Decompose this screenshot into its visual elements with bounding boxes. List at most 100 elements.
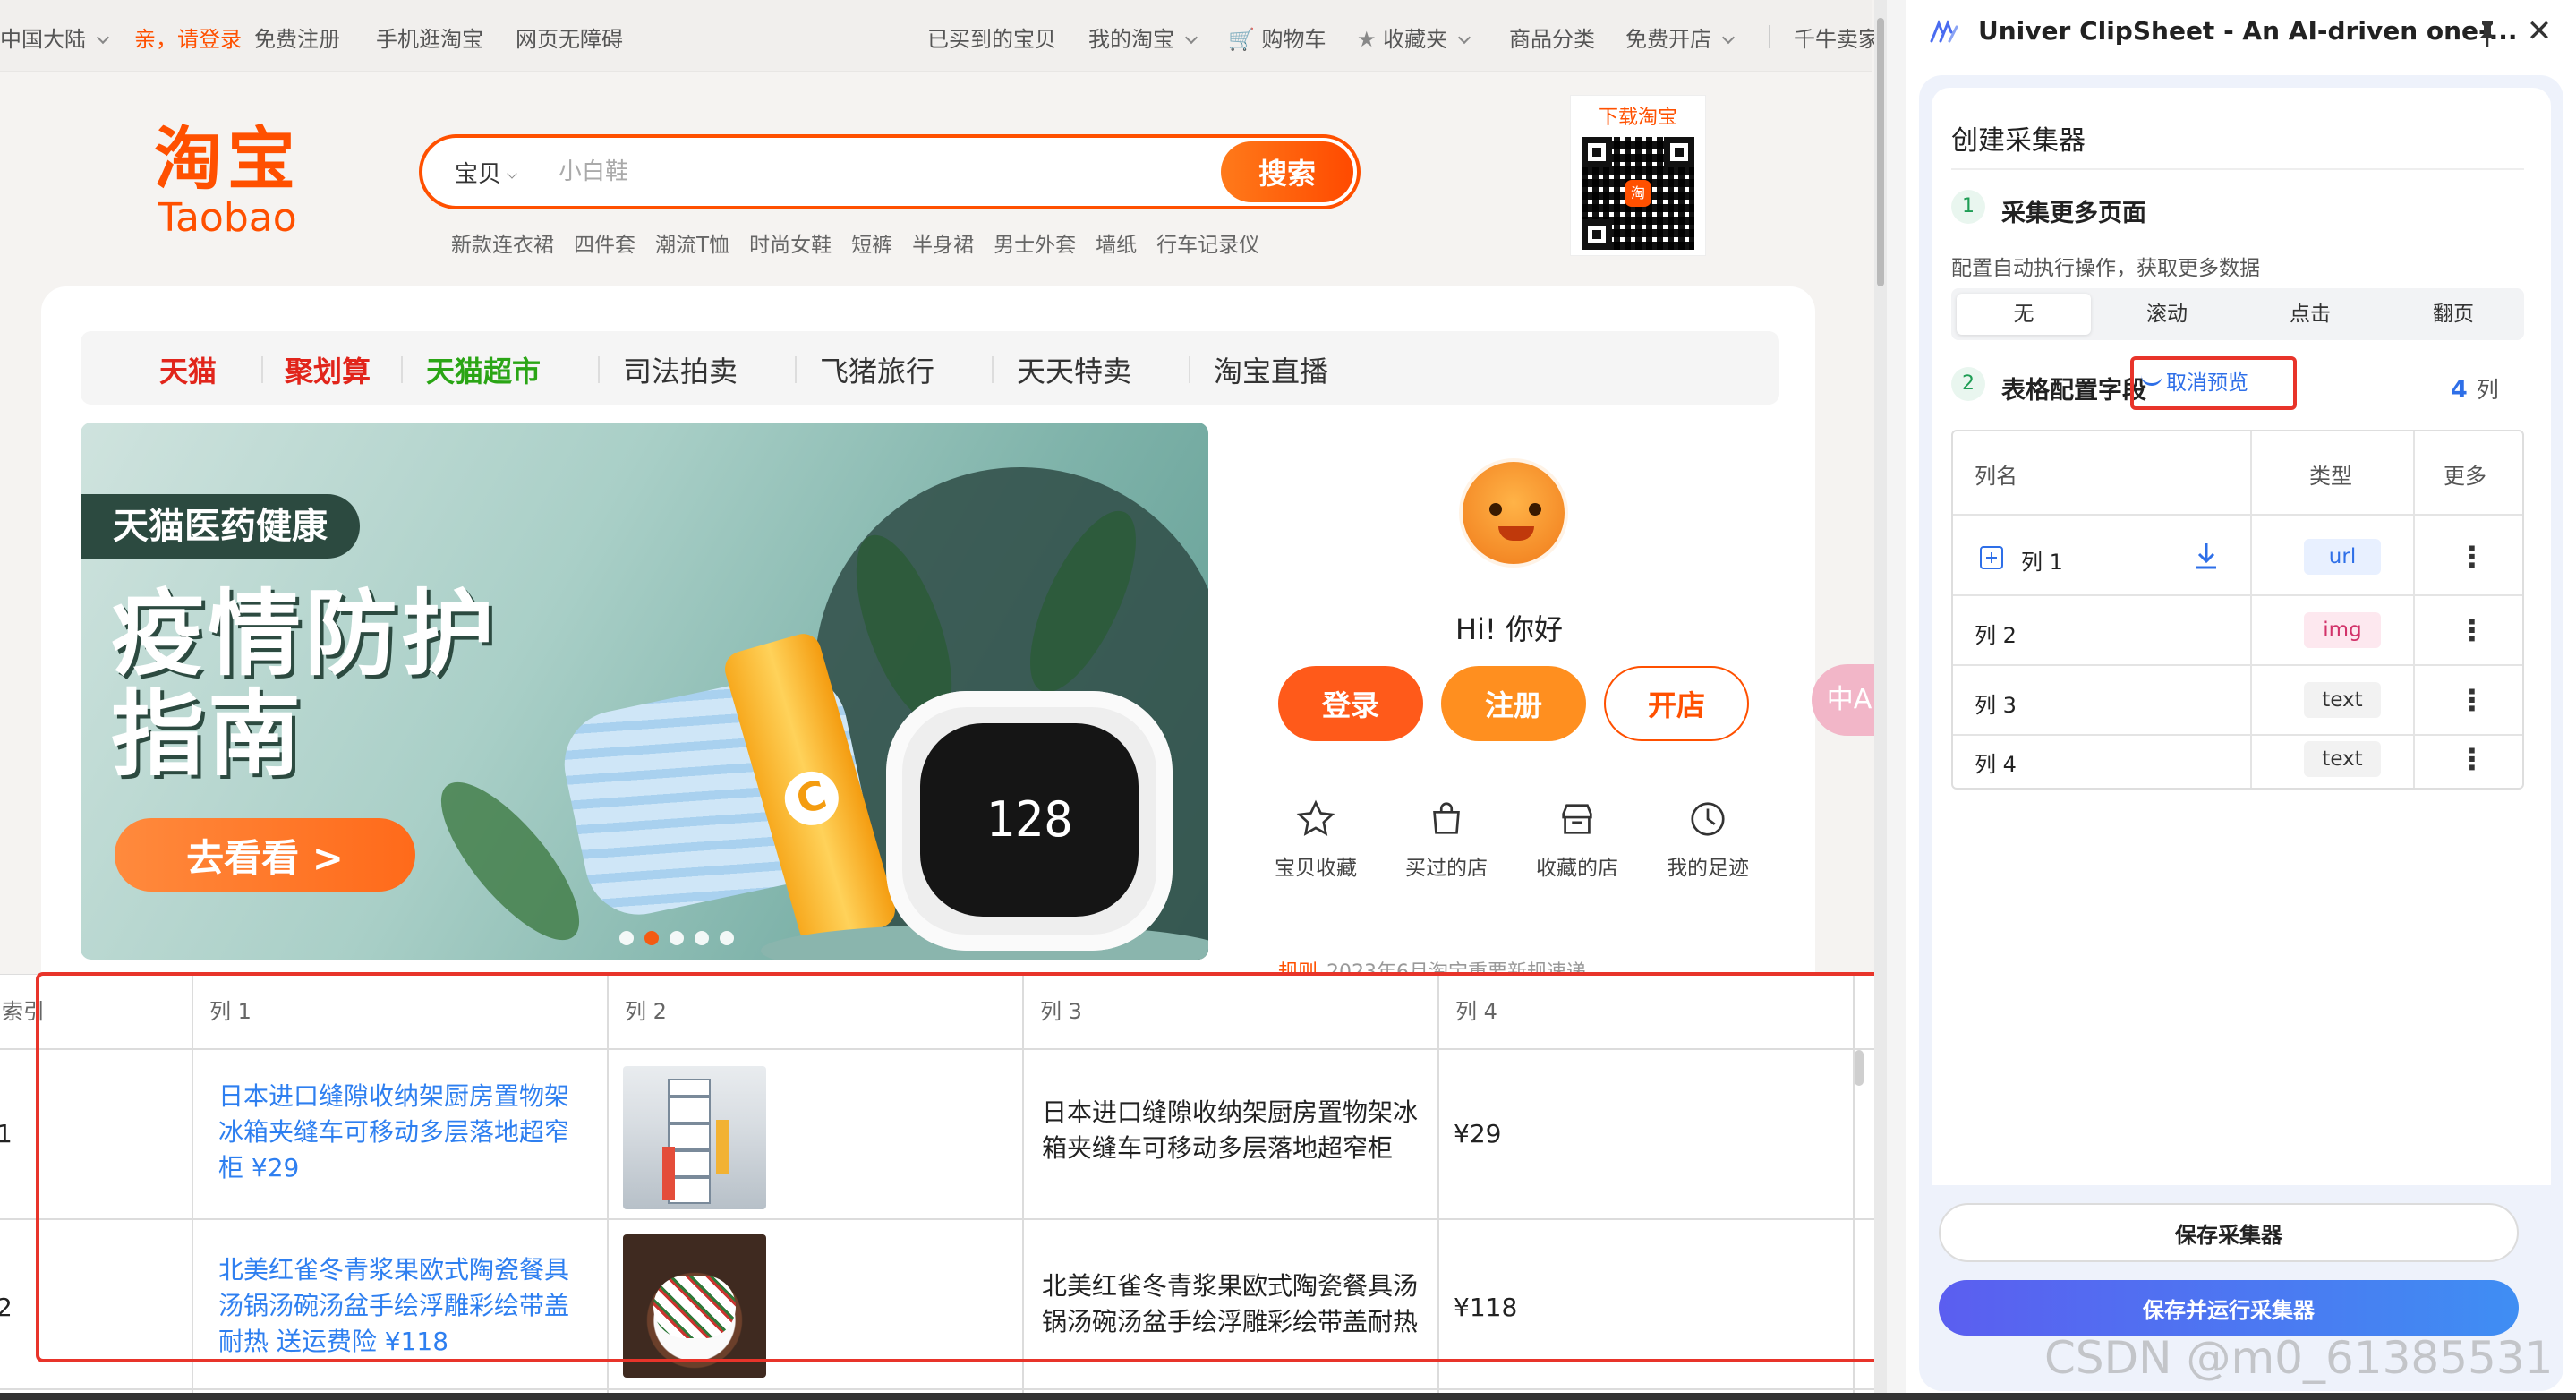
hotword[interactable]: 时尚女鞋 xyxy=(749,234,832,257)
bought-link[interactable]: 已买到的宝贝 xyxy=(927,21,1056,53)
search-button[interactable]: 搜索 xyxy=(1221,141,1353,202)
field-type-badge[interactable]: img xyxy=(2304,612,2381,648)
option-none[interactable]: 无 xyxy=(1957,294,2091,335)
hotword[interactable]: 墙纸 xyxy=(1096,234,1137,257)
taobao-logo[interactable]: 淘宝 Taobao xyxy=(147,125,308,238)
search-category-select[interactable]: 宝贝 xyxy=(455,156,517,189)
search-bar: 宝贝 搜索 xyxy=(419,134,1361,209)
divider xyxy=(401,356,403,383)
quicklink-favorite-items[interactable]: 宝贝收藏 xyxy=(1253,798,1378,881)
taobao-page: 中国大陆 亲，请登录 免费注册 手机逛淘宝 网页无障碍 已买到的宝贝 我的淘宝 … xyxy=(0,0,1887,1400)
purifier-product: 128 xyxy=(886,691,1173,951)
clipsheet-panel: Univer ClipSheet - An AI-driven one-... … xyxy=(1906,0,2576,1400)
cell-url-link[interactable]: 北美红雀冬青浆果欧式陶瓷餐具汤锅汤碗汤盆手绘浮雕彩绘带盖耐热 送运费险 ¥118 xyxy=(218,1252,585,1360)
hotword[interactable]: 行车记录仪 xyxy=(1156,234,1259,257)
qr-badge: 淘 xyxy=(1625,180,1651,207)
carousel-dot[interactable] xyxy=(695,931,709,945)
quicklink-favorite-shops[interactable]: 收藏的店 xyxy=(1514,798,1640,881)
close-icon[interactable]: ✕ xyxy=(2526,16,2553,47)
option-click[interactable]: 点击 xyxy=(2243,294,2377,335)
fields-header-name: 列名 xyxy=(1975,464,2017,489)
hotword[interactable]: 男士外套 xyxy=(994,234,1076,257)
more-options-icon[interactable]: ⋮ xyxy=(2458,741,2486,777)
divider xyxy=(1953,664,2522,666)
categories-link[interactable]: 商品分类 xyxy=(1509,21,1595,53)
register-link[interactable]: 免费注册 xyxy=(254,21,340,53)
cancel-preview-button[interactable]: 取消预览 xyxy=(2130,356,2297,410)
table-scrollbar[interactable] xyxy=(1855,1050,1864,1086)
carousel-dot-active[interactable] xyxy=(644,931,659,945)
nav-live[interactable]: 淘宝直播 xyxy=(1214,349,1328,390)
divider xyxy=(598,356,600,383)
page-scrollbar[interactable] xyxy=(1874,0,1887,1400)
more-options-icon[interactable]: ⋮ xyxy=(2458,612,2486,648)
field-name[interactable]: 列 1 xyxy=(2021,544,2063,576)
device-display: 128 xyxy=(920,723,1139,917)
nav-tmall-supermarket[interactable]: 天猫超市 xyxy=(426,349,541,390)
page-action-segmented: 无 滚动 点击 翻页 xyxy=(1951,288,2524,340)
favorites-link[interactable]: ★ 收藏夹 xyxy=(1357,21,1471,53)
open-shop-link[interactable]: 免费开店 xyxy=(1625,21,1736,53)
expand-plus-icon[interactable] xyxy=(1980,546,2003,569)
login-button[interactable]: 登录 xyxy=(1278,666,1423,741)
open-shop-button[interactable]: 开店 xyxy=(1604,666,1749,741)
row-divider xyxy=(0,1048,1874,1050)
hotword[interactable]: 新款连衣裙 xyxy=(451,234,554,257)
nav-daily-deals[interactable]: 天天特卖 xyxy=(1017,349,1131,390)
option-paginate[interactable]: 翻页 xyxy=(2386,294,2521,335)
carousel-dot[interactable] xyxy=(619,931,634,945)
hotword[interactable]: 短裤 xyxy=(851,234,892,257)
pin-icon[interactable] xyxy=(2474,18,2501,48)
qr-code: 淘 xyxy=(1582,137,1694,250)
clock-icon xyxy=(1691,802,1725,836)
cart-link[interactable]: 🛒 购物车 xyxy=(1228,21,1326,53)
save-and-run-button[interactable]: 保存并运行采集器 xyxy=(1939,1280,2519,1336)
seller-link[interactable]: 千牛卖家 xyxy=(1794,21,1880,53)
cell-url-link[interactable]: 日本进口缝隙收纳架厨房置物架冰箱夹缝车可移动多层落地超窄柜 ¥29 xyxy=(218,1079,585,1186)
option-scroll[interactable]: 滚动 xyxy=(2100,294,2234,335)
login-link[interactable]: 亲，请登录 xyxy=(134,21,242,53)
promo-banner[interactable]: 天猫医药健康 疫情防护指南 去看看 > 128 xyxy=(81,423,1208,960)
hotword[interactable]: 潮流T恤 xyxy=(655,234,729,257)
field-type-badge[interactable]: text xyxy=(2304,741,2381,777)
field-name[interactable]: 列 2 xyxy=(1975,618,2017,649)
accessible-link[interactable]: 网页无障碍 xyxy=(516,21,623,53)
header-col-2: 列 2 xyxy=(625,999,667,1024)
download-icon[interactable] xyxy=(2193,541,2220,571)
banner-cta-button[interactable]: 去看看 > xyxy=(115,818,415,892)
carousel-dot[interactable] xyxy=(720,931,734,945)
scrollbar-thumb[interactable] xyxy=(1877,18,1884,286)
carousel-dots xyxy=(619,931,745,949)
quicklink-footprint[interactable]: 我的足迹 xyxy=(1645,798,1770,881)
nav-fliggy[interactable]: 飞猪旅行 xyxy=(820,349,934,390)
step-1-title: 采集更多页面 xyxy=(2001,200,2146,227)
banner-tag: 天猫医药健康 xyxy=(81,494,360,559)
nav-judicial-auction[interactable]: 司法拍卖 xyxy=(623,349,738,390)
field-name[interactable]: 列 4 xyxy=(1975,747,2017,778)
row-divider xyxy=(0,1388,1874,1390)
chevron-down-icon xyxy=(1721,30,1736,45)
row-divider xyxy=(0,1218,1874,1220)
header-col-4: 列 4 xyxy=(1455,999,1497,1024)
hotword[interactable]: 四件套 xyxy=(574,234,635,257)
hotword[interactable]: 半身裙 xyxy=(912,234,974,257)
search-input[interactable] xyxy=(559,149,1185,195)
register-button[interactable]: 注册 xyxy=(1441,666,1586,741)
more-options-icon[interactable]: ⋮ xyxy=(2458,682,2486,718)
divider xyxy=(1953,734,2522,736)
bag-icon xyxy=(1433,802,1460,834)
nav-tmall[interactable]: 天猫 xyxy=(159,349,217,390)
nav-juhuasuan[interactable]: 聚划算 xyxy=(285,349,371,390)
field-name[interactable]: 列 3 xyxy=(1975,687,2017,719)
my-taobao-link[interactable]: 我的淘宝 xyxy=(1088,21,1198,53)
carousel-dot[interactable] xyxy=(670,931,684,945)
download-app-qr[interactable]: 下载淘宝 淘 xyxy=(1570,95,1706,256)
quicklink-bought-shops[interactable]: 买过的店 xyxy=(1384,798,1509,881)
collector-title: 创建采集器 xyxy=(1951,125,2086,157)
field-type-badge[interactable]: url xyxy=(2304,539,2381,575)
region-selector[interactable]: 中国大陆 xyxy=(0,21,110,53)
save-collector-button[interactable]: 保存采集器 xyxy=(1939,1203,2519,1262)
more-options-icon[interactable]: ⋮ xyxy=(2458,539,2486,575)
field-type-badge[interactable]: text xyxy=(2304,682,2381,718)
mobile-link[interactable]: 手机逛淘宝 xyxy=(376,21,483,53)
